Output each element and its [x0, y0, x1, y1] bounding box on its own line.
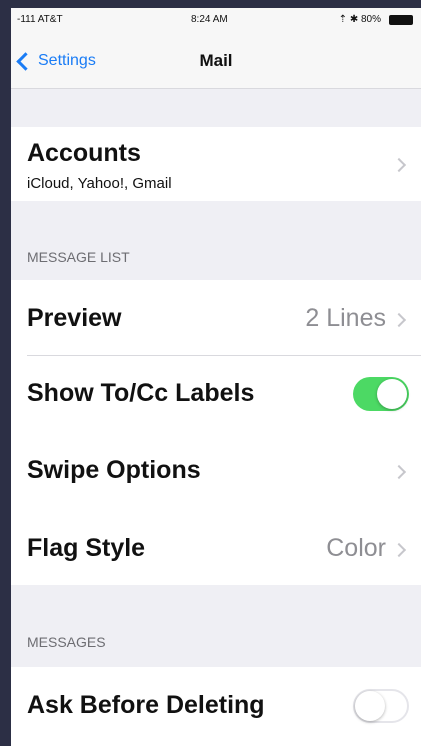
- preview-row[interactable]: Preview 2 Lines: [11, 280, 421, 357]
- flag-style-value: Color: [326, 534, 386, 562]
- swipe-options-row[interactable]: Swipe Options: [11, 432, 421, 509]
- ask-before-deleting-toggle[interactable]: [353, 689, 409, 723]
- accounts-detail: iCloud, Yahoo!, Gmail: [27, 175, 172, 192]
- preview-label: Preview: [27, 304, 122, 332]
- swipe-options-label: Swipe Options: [27, 456, 201, 484]
- ask-before-deleting-label: Ask Before Deleting: [27, 691, 265, 719]
- show-to-cc-labels-row: Show To/Cc Labels: [11, 356, 421, 432]
- ask-before-deleting-row: Ask Before Deleting: [11, 667, 421, 746]
- time-label: 8:24 AM: [191, 14, 228, 25]
- toggle-knob: [377, 379, 407, 409]
- status-bar: -111 AT&T 8:24 AM ⇡ ✱ 80%: [11, 8, 421, 32]
- accounts-label: Accounts: [27, 139, 141, 167]
- chevron-right-icon: [391, 157, 407, 173]
- navigation-bar: Settings Mail: [11, 32, 421, 89]
- carrier-label: -111 AT&T: [17, 14, 63, 25]
- accounts-row[interactable]: Accounts iCloud, Yahoo!, Gmail: [11, 127, 421, 201]
- flag-style-row[interactable]: Flag Style Color: [11, 509, 421, 585]
- chevron-right-icon: [391, 464, 407, 480]
- page-title: Mail: [199, 51, 233, 70]
- battery-icon: [389, 15, 413, 25]
- status-indicators: ⇡ ✱ 80%: [338, 14, 381, 25]
- show-to-cc-labels-toggle[interactable]: [353, 377, 409, 411]
- toggle-knob: [355, 691, 385, 721]
- flag-style-label: Flag Style: [27, 534, 146, 562]
- section-header-message-list: MESSAGE LIST: [27, 249, 130, 265]
- chevron-right-icon: [391, 312, 407, 328]
- chevron-right-icon: [391, 542, 407, 558]
- settings-screen: -111 AT&T 8:24 AM ⇡ ✱ 80% Settings Mail …: [11, 8, 421, 746]
- show-to-cc-labels-label: Show To/Cc Labels: [27, 379, 255, 407]
- preview-value: 2 Lines: [305, 304, 386, 332]
- section-header-messages: MESSAGES: [27, 634, 106, 650]
